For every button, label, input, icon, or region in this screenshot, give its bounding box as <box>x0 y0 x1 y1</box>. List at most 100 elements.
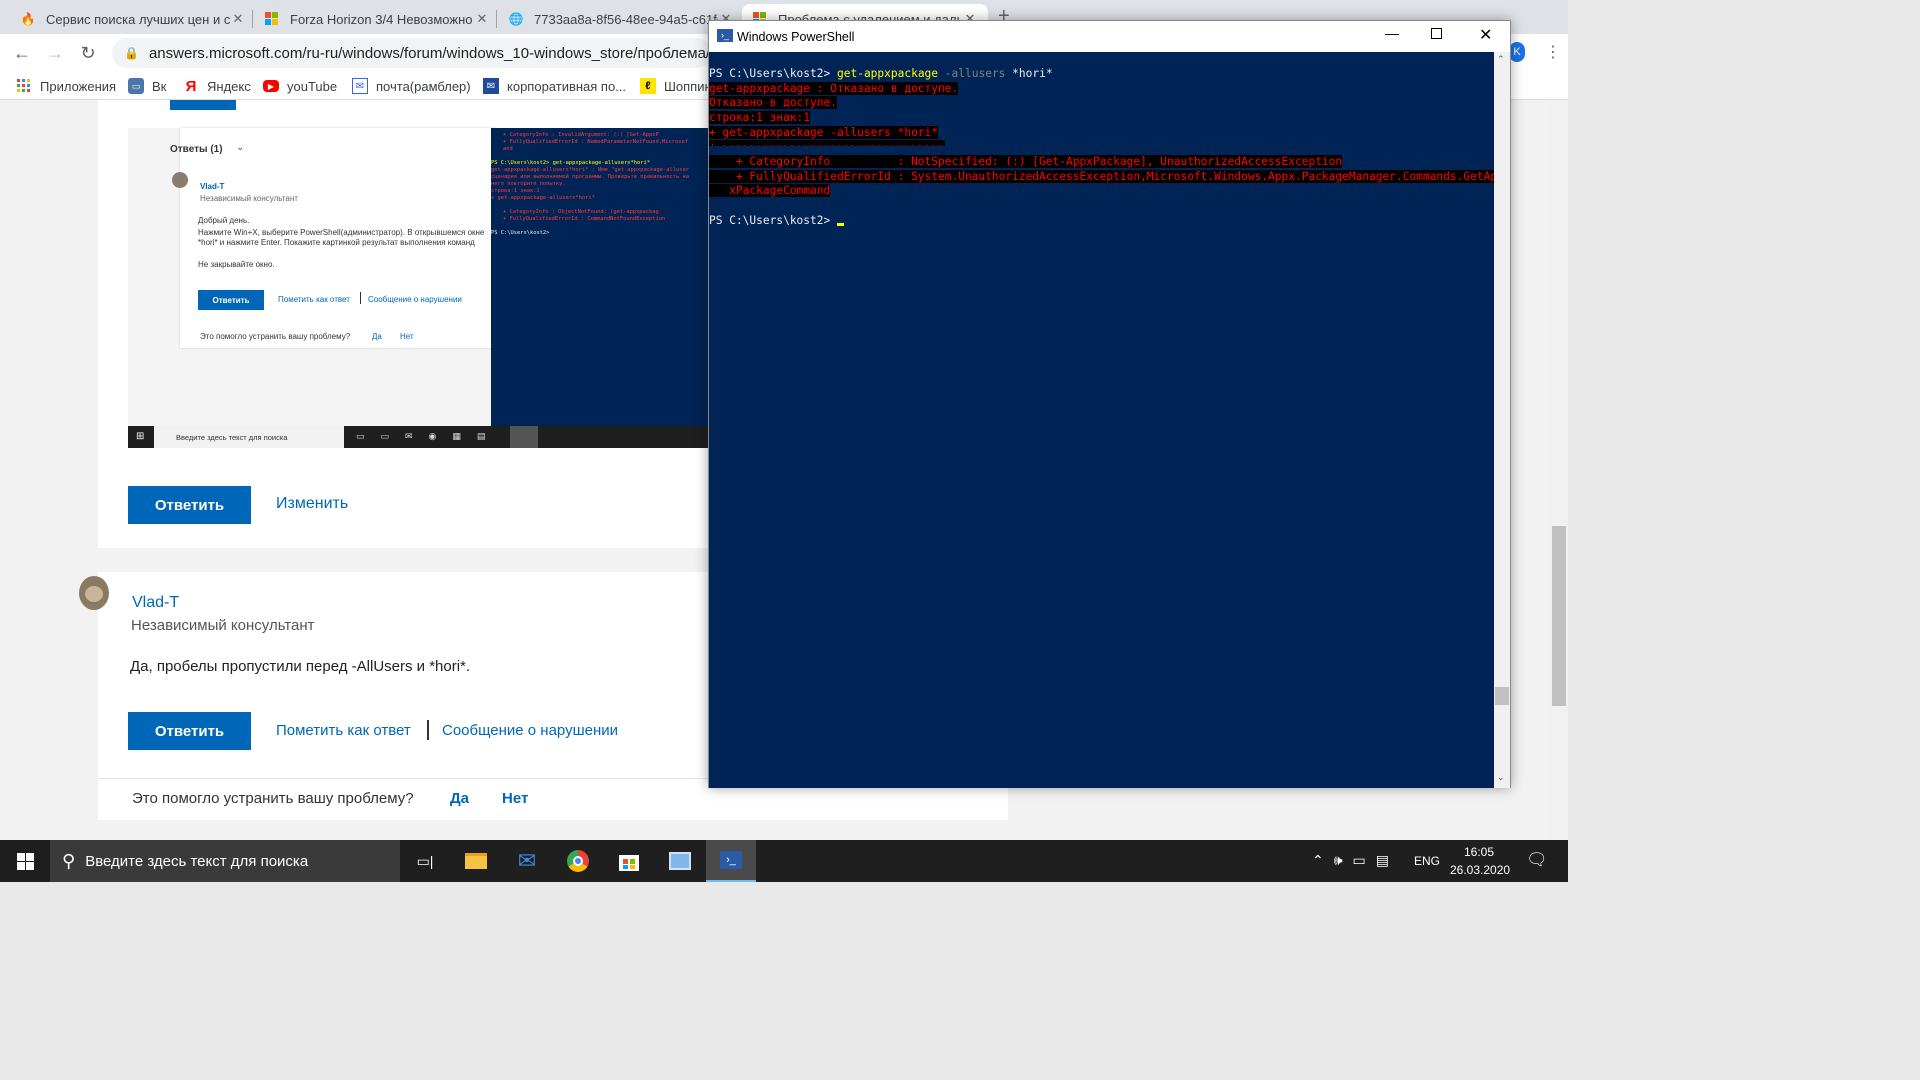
embedded-reply-button: Ответить <box>198 290 264 310</box>
bookmark-yandex[interactable]: Я Яндекс <box>183 77 251 95</box>
helpful-question: Это помогло устранить вашу проблему? <box>132 790 414 807</box>
close-icon[interactable]: ✕ <box>474 11 490 27</box>
embedded-ps-line: + FullyQualifiedErrorId : NamedParameter… <box>503 139 688 145</box>
chat-icon: ▭ <box>128 78 144 94</box>
embedded-mark-link: Пометить как ответ <box>278 295 350 304</box>
bookmark-label: почта(рамблер) <box>376 78 471 94</box>
clock-date[interactable]: 26.03.2020 <box>1450 863 1510 877</box>
windows-start-icon[interactable] <box>0 840 50 882</box>
post-author[interactable]: Vlad-T <box>132 594 179 612</box>
system-tray-icons[interactable]: ⌃🕪▭▤ <box>1312 852 1399 869</box>
button-fragment <box>170 100 236 110</box>
browser-tab[interactable]: 🔥 Сервис поиска лучших цен и ск ✕ <box>10 4 256 34</box>
avatar <box>172 172 188 188</box>
microsoft-icon <box>264 11 280 27</box>
embedded-ps-line: PS C:\Users\kost2> get-appxpackage-allus… <box>491 160 651 166</box>
embedded-text: Добрый день. <box>198 216 250 225</box>
tab-title: Сервис поиска лучших цен и ск <box>46 11 230 27</box>
post-reply-button[interactable]: Ответить <box>128 712 251 750</box>
prompt: PS C:\Users\kost2> <box>709 214 831 227</box>
file-explorer-icon[interactable] <box>451 840 501 882</box>
embedded-text: *hori* и нажмите Enter. Покажите картинк… <box>198 238 475 247</box>
forward-arrow-icon[interactable]: → <box>44 42 66 64</box>
language-indicator[interactable]: ENG <box>1414 854 1440 868</box>
bookmark-label: Вк <box>152 78 167 94</box>
chrome-icon[interactable] <box>553 840 603 882</box>
window-title: Windows PowerShell <box>737 30 855 44</box>
close-icon[interactable]: ✕ <box>1479 25 1492 45</box>
embedded-answer-card: Ответы (1) ⌄ Vlad-T Независимый консульт… <box>170 128 496 348</box>
bookmark-label: Яндекс <box>207 78 251 94</box>
scrollbar-thumb[interactable] <box>1552 526 1566 706</box>
tab-divider <box>496 10 497 28</box>
embedded-powershell-taskbar-icon <box>510 426 538 448</box>
post-author-role: Независимый консультант <box>131 617 315 634</box>
youtube-icon: ▶ <box>263 80 279 92</box>
taskbar-search[interactable]: ⚲ Введите здесь текст для поиска <box>50 840 400 882</box>
embedded-taskbar-search: Введите здесь текст для поиска <box>154 426 344 448</box>
embedded-author: Vlad-T <box>200 182 225 191</box>
tab-divider <box>252 10 253 28</box>
windows-taskbar: ⚲ Введите здесь текст для поиска ▭| ✉ ›_… <box>0 840 1568 882</box>
embedded-ps-line: and <box>503 146 513 152</box>
address-bar[interactable]: 🔒 answers.microsoft.com/ru-ru/windows/fo… <box>112 38 712 68</box>
embedded-ps-line: + CategoryInfo : ObjectNotFound: (get-ap… <box>503 209 659 215</box>
scroll-up-icon[interactable]: ⌃ <box>1497 54 1505 65</box>
back-arrow-icon[interactable]: ← <box>11 42 33 64</box>
embedded-no: Нет <box>400 332 414 341</box>
bookmark-vk[interactable]: ▭ Вк <box>128 77 166 95</box>
fire-icon: 🔥 <box>20 12 36 26</box>
embedded-screenshot: Ответы (1) ⌄ Vlad-T Независимый консульт… <box>128 128 708 448</box>
powershell-console[interactable]: PS C:\Users\kost2> get-appxpackage -allu… <box>709 52 1494 788</box>
embedded-ps-line: get-appxpackage-allusers*hori* : Имя "ge… <box>491 167 689 173</box>
page-scrollbar[interactable] <box>1550 100 1568 840</box>
chevron-down-icon: ⌄ <box>236 142 245 153</box>
embedded-text: Нажмите Win+X, выберите PowerShell(админ… <box>198 228 485 237</box>
bookmark-rambler-mail[interactable]: ✉ почта(рамблер) <box>352 77 471 95</box>
bookmark-shopping[interactable]: ℓ Шоппин <box>640 77 712 95</box>
embedded-taskbar: ⊞ Введите здесь текст для поиска ▭▭✉◉▦▤ <box>128 426 708 448</box>
embedded-text: Не закрывайте окно. <box>198 260 275 269</box>
helpful-yes-link[interactable]: Да <box>450 790 469 807</box>
mail-icon[interactable]: ✉ <box>502 840 552 882</box>
edit-link[interactable]: Изменить <box>276 495 348 513</box>
scrollbar-thumb[interactable] <box>1495 687 1509 705</box>
powershell-window[interactable]: ›_ Windows PowerShell — ✕ PS C:\Users\ko… <box>708 20 1511 788</box>
console-scrollbar[interactable]: ⌃ ⌄ <box>1494 52 1510 788</box>
browser-tab[interactable]: Forza Horizon 3/4 Невозможно ✕ <box>254 4 500 34</box>
bookmark-apps[interactable]: Приложения <box>16 77 116 95</box>
maximize-icon[interactable] <box>1431 28 1442 39</box>
embedded-helpful-question: Это помогло устранить вашу проблему? <box>200 332 351 341</box>
menu-dots-icon[interactable]: ⋮ <box>1545 42 1561 62</box>
powershell-taskbar-icon[interactable]: ›_ <box>706 840 756 882</box>
embedded-ps-line: строка:1 знак:1 <box>491 188 540 194</box>
clock-time[interactable]: 16:05 <box>1464 845 1494 859</box>
bookmark-corp-mail[interactable]: ✉ корпоративная по... <box>483 77 626 95</box>
yandex-icon: Я <box>185 77 197 95</box>
error-line: + FullyQualifiedErrorId : System.Unautho… <box>709 170 1494 183</box>
reload-icon[interactable]: ↻ <box>77 42 99 64</box>
mark-as-answer-link[interactable]: Пометить как ответ <box>276 722 411 739</box>
powershell-titlebar[interactable]: ›_ Windows PowerShell — ✕ <box>709 21 1510 52</box>
post-body: Да, пробелы пропустили перед -AllUsers и… <box>130 658 471 675</box>
scroll-down-icon[interactable]: ⌄ <box>1497 772 1505 783</box>
reply-button[interactable]: Ответить <box>128 486 251 524</box>
close-icon[interactable]: ✕ <box>230 11 246 27</box>
bookmark-label: Шоппин <box>664 78 712 94</box>
avatar <box>79 576 109 610</box>
minimize-icon[interactable]: — <box>1385 25 1399 41</box>
windows-start-icon: ⊞ <box>136 431 145 442</box>
bookmark-youtube[interactable]: ▶ youTube <box>263 77 337 95</box>
report-abuse-link[interactable]: Сообщение о нарушении <box>442 722 618 739</box>
task-view-icon[interactable]: ▭| <box>400 840 450 882</box>
apps-grid-icon <box>16 78 32 94</box>
prompt: PS C:\Users\kost2> <box>709 67 831 80</box>
error-underline: + ~~~~~~~~~~~~~~~~~~~~~~~~~~~~~~~~~ <box>709 140 945 146</box>
notifications-icon[interactable]: 🗨 <box>1526 850 1548 870</box>
helpful-no-link[interactable]: Нет <box>502 790 528 807</box>
mail-icon: ✉ <box>483 78 499 94</box>
store-icon[interactable] <box>604 840 654 882</box>
control-panel-icon[interactable] <box>655 840 705 882</box>
embedded-role: Независимый консультант <box>200 194 298 203</box>
profile-avatar[interactable]: K <box>1509 42 1525 62</box>
